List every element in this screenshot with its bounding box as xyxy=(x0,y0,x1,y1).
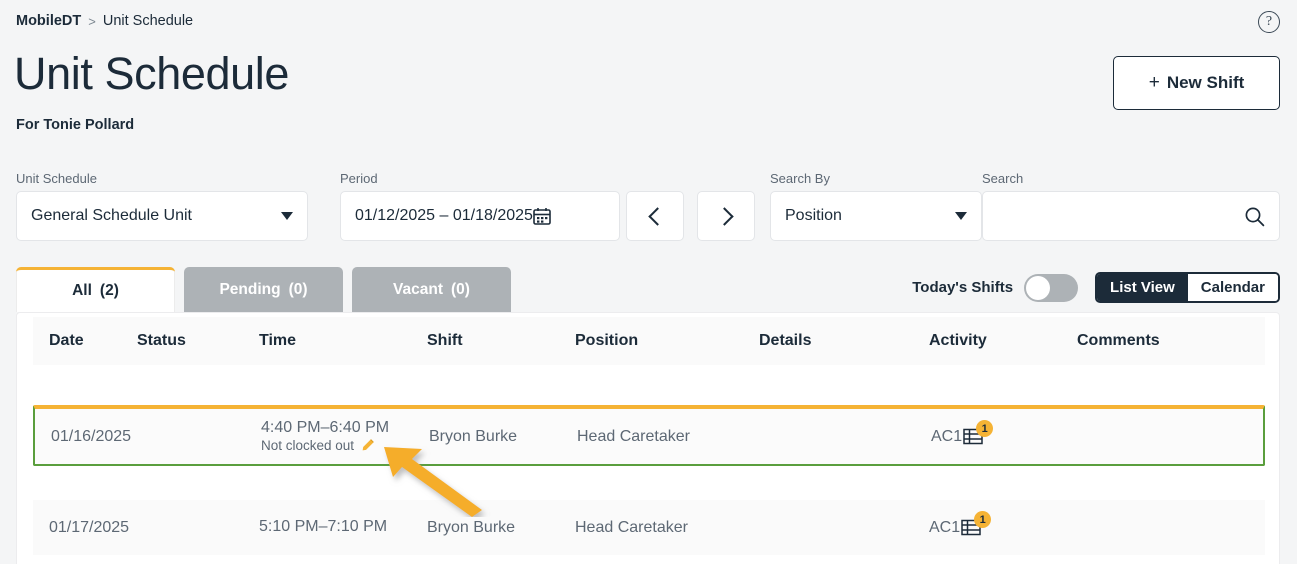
row-time-cell: 5:10 PM–7:10 PM xyxy=(259,518,427,537)
column-header-status: Status xyxy=(137,332,259,350)
search-by-select[interactable]: Position xyxy=(770,191,982,241)
table-header-row: Date Status Time Shift Position Details … xyxy=(33,317,1265,365)
search-icon[interactable] xyxy=(1244,206,1265,227)
view-mode-switch: List View Calendar xyxy=(1095,272,1280,303)
chevron-down-icon xyxy=(955,212,967,220)
row-time-note: Not clocked out xyxy=(261,438,354,454)
breadcrumb-current[interactable]: Unit Schedule xyxy=(103,13,193,29)
row-activity-cell[interactable]: AC1 1 xyxy=(931,428,1079,446)
row-activity-cell[interactable]: AC1 1 xyxy=(929,519,1077,537)
pencil-icon[interactable] xyxy=(360,438,375,453)
activity-badge: 1 xyxy=(974,511,991,528)
status-tabs: All (2) Pending (0) Vacant (0) xyxy=(16,267,511,312)
chevron-down-icon xyxy=(281,212,293,220)
table-row[interactable]: 01/17/2025 5:10 PM–7:10 PM Bryon Burke H… xyxy=(33,500,1265,555)
row-time: 4:40 PM–6:40 PM xyxy=(261,419,429,438)
row-date: 01/16/2025 xyxy=(35,428,139,446)
period-label: Period xyxy=(340,171,620,186)
row-position: Head Caretaker xyxy=(575,519,759,537)
unit-schedule-filter: Unit Schedule General Schedule Unit xyxy=(16,171,308,241)
tab-pending[interactable]: Pending (0) xyxy=(184,267,343,312)
breadcrumb-root[interactable]: MobileDT xyxy=(16,13,81,29)
calendar-view-button[interactable]: Calendar xyxy=(1188,274,1278,301)
unit-schedule-select[interactable]: General Schedule Unit xyxy=(16,191,308,241)
calendar-icon[interactable] xyxy=(533,207,551,225)
search-by-filter: Search By Position xyxy=(770,171,982,241)
help-circle-icon[interactable]: ? xyxy=(1258,11,1280,33)
period-nav-buttons: . xyxy=(626,171,755,241)
breadcrumb: MobileDT > Unit Schedule xyxy=(16,13,193,29)
tab-all-label: All xyxy=(72,282,92,300)
new-shift-label: New Shift xyxy=(1167,73,1244,93)
next-period-button[interactable] xyxy=(697,191,755,241)
row-shift: Bryon Burke xyxy=(427,519,575,537)
row-time-cell: 4:40 PM–6:40 PM Not clocked out xyxy=(261,419,429,454)
tab-all[interactable]: All (2) xyxy=(16,267,175,312)
tab-pending-count: (0) xyxy=(289,281,308,299)
search-input[interactable] xyxy=(997,192,1244,240)
row-activity: AC1 xyxy=(931,428,962,446)
page-title: Unit Schedule xyxy=(14,50,289,97)
row-shift: Bryon Burke xyxy=(429,428,577,446)
toggle-knob xyxy=(1026,276,1050,300)
list-view-button[interactable]: List View xyxy=(1097,274,1188,301)
chevron-right-icon xyxy=(715,207,733,225)
previous-period-button[interactable] xyxy=(626,191,684,241)
period-filter: Period 01/12/2025 – 01/18/2025 xyxy=(340,171,620,241)
period-input[interactable]: 01/12/2025 – 01/18/2025 xyxy=(340,191,620,241)
column-header-time: Time xyxy=(259,332,427,350)
todays-shifts-control: Today's Shifts xyxy=(912,274,1078,302)
tab-vacant-label: Vacant xyxy=(393,281,443,299)
schedule-table-card: Date Status Time Shift Position Details … xyxy=(16,312,1280,564)
page-subtitle: For Tonie Pollard xyxy=(16,117,134,133)
new-shift-button[interactable]: + New Shift xyxy=(1113,56,1280,110)
column-header-date: Date xyxy=(33,332,137,350)
filter-bar: Unit Schedule General Schedule Unit Peri… xyxy=(16,171,1280,249)
row-date: 01/17/2025 xyxy=(33,519,137,537)
unit-schedule-label: Unit Schedule xyxy=(16,171,308,186)
search-filter: Search xyxy=(982,171,1280,241)
search-label: Search xyxy=(982,171,1280,186)
search-by-label: Search By xyxy=(770,171,982,186)
tab-vacant-count: (0) xyxy=(451,281,470,299)
column-header-shift: Shift xyxy=(427,332,575,350)
period-value: 01/12/2025 – 01/18/2025 xyxy=(355,207,533,225)
plus-icon: + xyxy=(1149,72,1160,94)
row-time: 5:10 PM–7:10 PM xyxy=(259,518,427,537)
search-by-value: Position xyxy=(785,207,947,225)
tab-all-count: (2) xyxy=(100,282,119,300)
chevron-left-icon xyxy=(648,207,666,225)
row-activity: AC1 xyxy=(929,519,960,537)
tab-pending-label: Pending xyxy=(219,281,280,299)
search-box[interactable] xyxy=(982,191,1280,241)
column-header-details: Details xyxy=(759,332,929,350)
column-header-position: Position xyxy=(575,332,759,350)
row-time-note-wrap: Not clocked out xyxy=(261,438,429,454)
view-controls: Today's Shifts List View Calendar xyxy=(912,272,1280,303)
todays-shifts-label: Today's Shifts xyxy=(912,279,1013,296)
table-row[interactable]: 01/16/2025 4:40 PM–6:40 PM Not clocked o… xyxy=(33,405,1265,466)
row-position: Head Caretaker xyxy=(577,428,761,446)
column-header-activity: Activity xyxy=(929,332,1077,350)
breadcrumb-separator: > xyxy=(88,14,96,29)
todays-shifts-toggle[interactable] xyxy=(1024,274,1078,302)
unit-schedule-value: General Schedule Unit xyxy=(31,207,273,225)
column-header-comments: Comments xyxy=(1077,332,1265,350)
tab-vacant[interactable]: Vacant (0) xyxy=(352,267,511,312)
activity-badge: 1 xyxy=(976,420,993,437)
